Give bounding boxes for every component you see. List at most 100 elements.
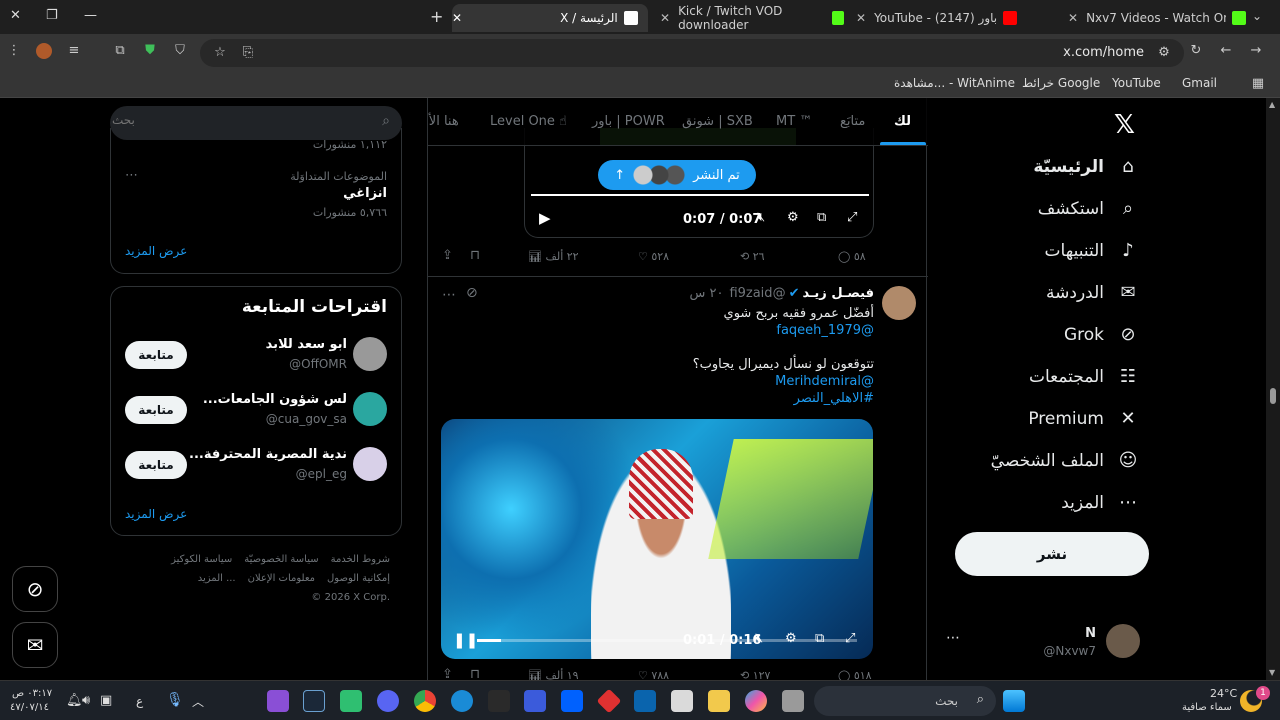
- footer-link[interactable]: شروط الخدمة: [331, 554, 390, 565]
- video-player[interactable]: ❚❚ 0:01 / 0:16 🔇︎ ⚙ ⧉ ⤢: [441, 419, 873, 659]
- windows-start-icon[interactable]: [1003, 690, 1025, 712]
- tweet[interactable]: ⋯ ⊘ فيصـل زيـد ✔ @fi9zaid ٢٠ س أفضّل عمر…: [428, 276, 928, 680]
- x-logo-icon[interactable]: 𝕏: [1114, 110, 1135, 140]
- grok-float-button[interactable]: ⊘: [12, 566, 58, 612]
- nav-notifications[interactable]: ♪ التنبيهات: [1045, 240, 1140, 261]
- tab-nxv7[interactable]: ✕ Nxv7 Videos - Watch On-Dema: [1068, 4, 1248, 32]
- new-tab-button[interactable]: +: [430, 7, 443, 26]
- avatar[interactable]: [353, 337, 387, 371]
- author-handle[interactable]: @fi9zaid: [729, 286, 785, 301]
- mute-icon[interactable]: 🔇︎: [755, 631, 763, 646]
- epic-games-icon[interactable]: [488, 690, 510, 712]
- video-progress-track[interactable]: [477, 639, 857, 642]
- tweet-more-icon[interactable]: ⋯: [442, 287, 456, 303]
- address-bar[interactable]: ☆ ⎘ x.com/home ⚙: [200, 39, 1184, 67]
- hashtag-link[interactable]: #الاهلي_النصر: [454, 390, 874, 407]
- tab-list-powr[interactable]: باور | POWR: [592, 114, 665, 129]
- clock-time[interactable]: ٠٣:١٧ ص: [12, 688, 52, 699]
- extension-icon[interactable]: [36, 43, 52, 59]
- edge-icon[interactable]: [451, 690, 473, 712]
- bookmark-witanime[interactable]: مشاهدة... - WitAnime: [894, 76, 1015, 90]
- trend-more-icon[interactable]: ⋯: [125, 168, 138, 183]
- footer-link[interactable]: معلومات الإعلان: [248, 573, 315, 584]
- nav-profile[interactable]: ☺ الملف الشخصيّ: [991, 450, 1140, 471]
- footer-link[interactable]: سياسة الخصوصيّة: [244, 554, 318, 565]
- footer-link[interactable]: ... المزيد: [198, 573, 236, 584]
- apps-grid-icon[interactable]: ▦: [1250, 76, 1266, 92]
- search-input[interactable]: [112, 113, 380, 127]
- video-progress-track[interactable]: [531, 194, 869, 196]
- tab-x-home[interactable]: ✕ X / الرئيسة: [452, 4, 648, 32]
- nav-more[interactable]: ⋯ المزيد: [1061, 492, 1140, 513]
- app-icon[interactable]: [267, 690, 289, 712]
- nav-chat[interactable]: ✉ الدردشة: [1046, 282, 1140, 303]
- dropbox-icon[interactable]: [561, 690, 583, 712]
- follow-button[interactable]: متابعة: [125, 396, 187, 424]
- file-explorer-icon[interactable]: [708, 690, 730, 712]
- grok-icon[interactable]: ⊘: [466, 285, 478, 301]
- play-icon[interactable]: ▶: [539, 209, 551, 227]
- reply-count[interactable]: ◯ ٥١٨: [838, 669, 872, 680]
- site-settings-icon[interactable]: ⚙: [1156, 45, 1172, 61]
- bookmark-star-icon[interactable]: ☆: [212, 45, 228, 61]
- trend-title[interactable]: انزاغي: [343, 186, 387, 201]
- close-window-icon[interactable]: ✕: [10, 8, 21, 23]
- scroll-thumb[interactable]: [1270, 388, 1276, 404]
- tab-search-icon[interactable]: ⌄: [1252, 9, 1262, 23]
- page-scrollbar[interactable]: ▲ ▼: [1266, 98, 1280, 680]
- steam-icon[interactable]: [303, 690, 325, 712]
- mention-link[interactable]: @faqeeh_1979: [454, 322, 874, 339]
- post-button[interactable]: نشر: [955, 532, 1149, 576]
- share-icon[interactable]: ⇪: [442, 248, 453, 263]
- microphone-icon[interactable]: 🎙︎: [166, 692, 184, 708]
- settings-icon[interactable]: ⚙: [785, 631, 797, 646]
- nav-grok[interactable]: ⊘ Grok: [1064, 324, 1140, 345]
- account-switcher[interactable]: ⋯ N @Nxvw7: [940, 620, 1140, 660]
- discord-icon[interactable]: [377, 690, 399, 712]
- bookmark-youtube[interactable]: YouTube: [1112, 76, 1161, 90]
- like-count[interactable]: ♡ ٧٨٨: [638, 669, 669, 680]
- close-icon[interactable]: ✕: [856, 11, 866, 25]
- messages-float-button[interactable]: ✉: [12, 622, 58, 668]
- suggested-user-name[interactable]: ...لس شؤون الجامعات: [203, 392, 347, 407]
- share-icon[interactable]: ⇪: [442, 667, 453, 680]
- nav-explore[interactable]: ⌕ استكشف: [1038, 198, 1140, 219]
- network-icon[interactable]: ▣: [100, 693, 112, 708]
- scroll-down-icon[interactable]: ▼: [1269, 668, 1275, 677]
- author-name[interactable]: فيصـل زيـد: [802, 286, 874, 301]
- tab-for-you[interactable]: لك: [894, 114, 911, 129]
- retweet-count[interactable]: ⟲ ٢٦: [740, 250, 765, 263]
- tab-youtube[interactable]: ✕ YouTube - (2147) باور: [856, 4, 1056, 32]
- restore-window-icon[interactable]: ❐: [46, 8, 58, 23]
- tab-list-mt[interactable]: MT ™: [776, 114, 812, 129]
- back-icon[interactable]: ←: [1218, 43, 1234, 59]
- settings-icon[interactable]: ⚙: [787, 210, 799, 225]
- mention-link[interactable]: @Merihdemiral: [454, 373, 874, 390]
- outlook-icon[interactable]: [634, 690, 656, 712]
- menu-dots-icon[interactable]: ⋮: [6, 43, 22, 59]
- url-text[interactable]: x.com/home: [1063, 45, 1144, 60]
- suggested-user-name[interactable]: ...ندية المصرية المحترفة: [189, 447, 347, 462]
- weather-temp[interactable]: 24°C: [1210, 687, 1237, 700]
- avatar[interactable]: [353, 392, 387, 426]
- shield-icon[interactable]: ⛉: [172, 43, 188, 59]
- minimize-window-icon[interactable]: —: [84, 8, 97, 23]
- retweet-count[interactable]: ⟲ ١٢٧: [740, 669, 770, 680]
- nav-communities[interactable]: ☷ المجتمعات: [1029, 366, 1140, 387]
- fullscreen-icon[interactable]: ⤢: [847, 210, 857, 225]
- close-icon[interactable]: ✕: [1068, 11, 1078, 25]
- like-count[interactable]: ♡ ٥٢٨: [638, 250, 669, 263]
- more-dots-icon[interactable]: ⋯: [946, 630, 960, 646]
- copilot-icon[interactable]: [745, 690, 767, 712]
- reload-icon[interactable]: ↻: [1188, 43, 1204, 59]
- extensions-puzzle-icon[interactable]: ⧉: [112, 43, 128, 59]
- tab-following[interactable]: متابَع: [840, 114, 865, 129]
- tab-list-level-one[interactable]: Level One ☝: [490, 114, 567, 129]
- tray-overflow-icon[interactable]: ︿: [192, 693, 204, 710]
- scroll-up-icon[interactable]: ▲: [1269, 100, 1275, 109]
- pip-icon[interactable]: ⧉: [817, 210, 826, 225]
- chrome-icon[interactable]: [414, 690, 436, 712]
- store-icon[interactable]: [671, 690, 693, 712]
- clock-date[interactable]: ٤٧/٠٧/١٤: [10, 702, 49, 713]
- close-icon[interactable]: ✕: [660, 11, 670, 25]
